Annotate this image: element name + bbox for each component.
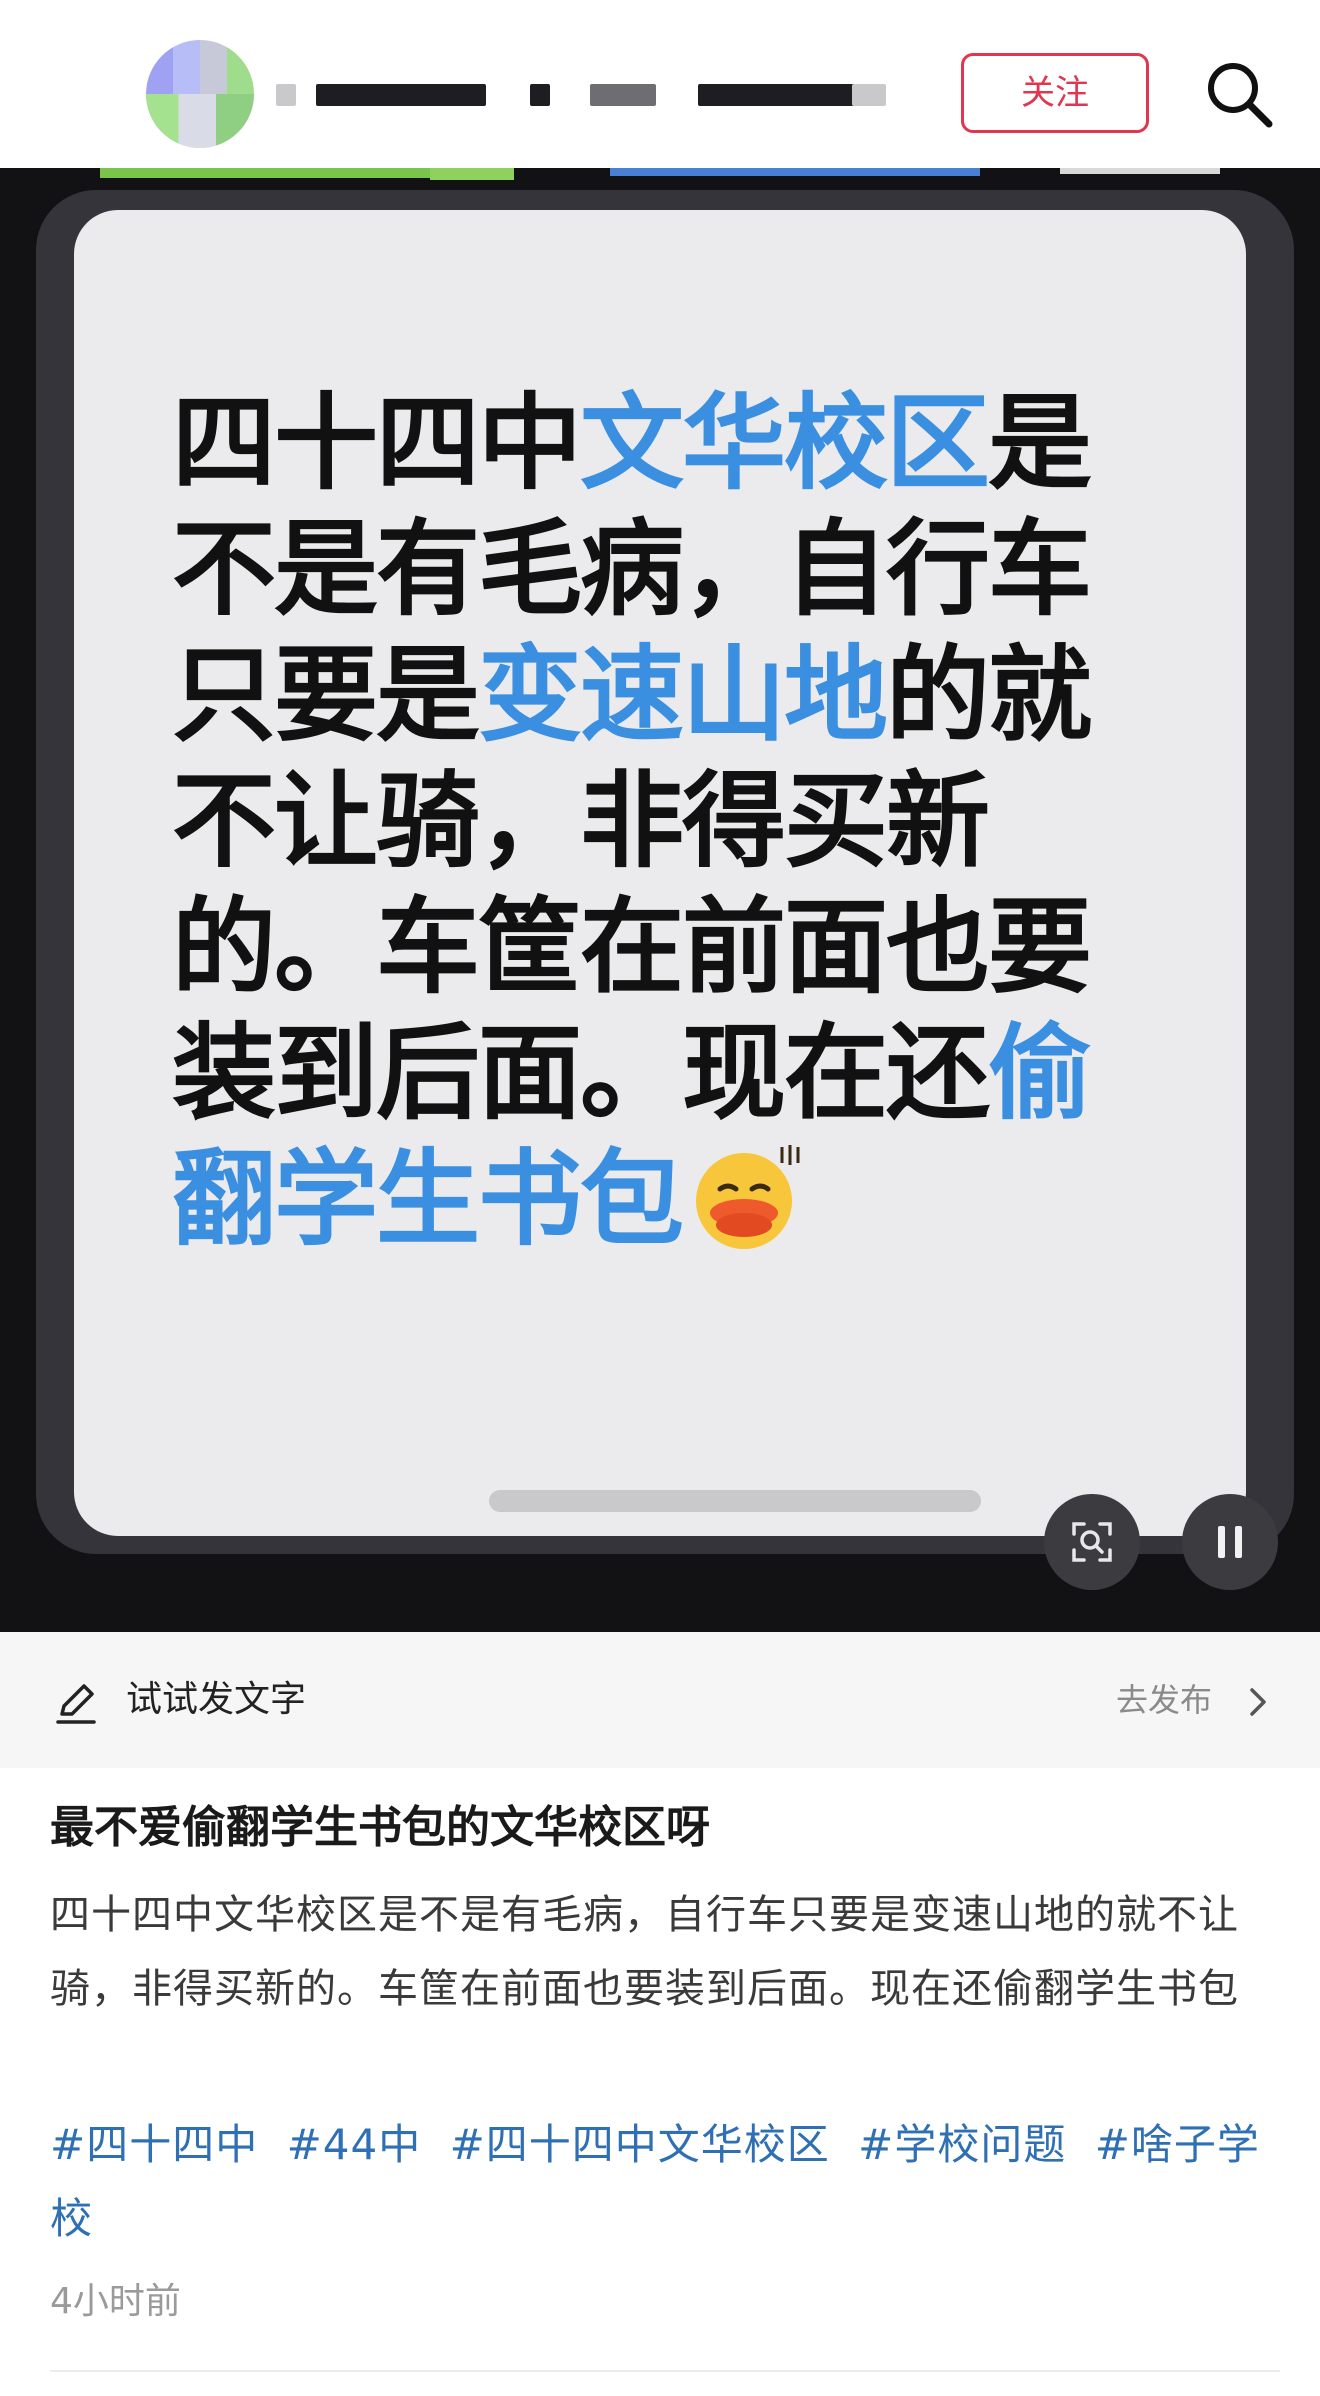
divider xyxy=(50,2370,1280,2372)
pencil-icon xyxy=(56,1684,96,1724)
avatar[interactable] xyxy=(146,40,254,148)
chevron-right-icon[interactable] xyxy=(1246,1682,1270,1722)
follow-button[interactable]: 关注 xyxy=(961,53,1149,133)
card-text-segment: 是 xyxy=(988,382,1092,504)
top-bar: 关注 xyxy=(0,0,1320,168)
search-icon[interactable] xyxy=(1205,60,1273,128)
card-text: 四十四中文华校区是 不是有毛病，自行车 只要是变速山地的就 不让骑，非得买新 的。车筐在… xyxy=(172,380,1182,1262)
card-text-highlight: 翻学生书包 xyxy=(172,1138,684,1260)
hashtag-link[interactable]: #四十四中文华校区 xyxy=(450,2120,830,2169)
post-timestamp: 4小时前 xyxy=(50,2281,181,2322)
card-text-segment: 四十四中 xyxy=(172,382,582,504)
post-body: 四十四中文华校区是不是有毛病，自行车只要是变速山地的就不让骑，非得买新的。车筐在… xyxy=(50,1892,1239,2012)
card-text-highlight: 偷 xyxy=(988,1012,1092,1134)
hashtag-list: #四十四中 #44中 #四十四中文华校区 #学校问题 #啥子学校 xyxy=(50,2108,1280,2256)
scan-icon xyxy=(1072,1522,1112,1562)
card-text-line: 的。车筐在前面也要 xyxy=(172,884,1182,1010)
card-text-segment: 的。车筐在前面也要 xyxy=(172,886,1092,1008)
card-text-line: 不是有毛病，自行车 xyxy=(172,506,1182,632)
pouting-face-emoji xyxy=(682,1141,812,1253)
card-text-line: 不让骑，非得买新 xyxy=(172,758,1182,884)
hashtag-link[interactable]: #学校问题 xyxy=(858,2120,1066,2169)
card-text-line: 四十四中文华校区是 xyxy=(172,380,1182,506)
hashtag-link[interactable]: #四十四中 xyxy=(50,2120,258,2169)
pause-icon xyxy=(1218,1526,1242,1558)
pause-button[interactable] xyxy=(1182,1494,1278,1590)
card-text-segment: 只要是 xyxy=(172,634,480,756)
post-title: 最不爱偷翻学生书包的文华校区呀 xyxy=(50,1802,710,1853)
hashtag-link[interactable]: #44中 xyxy=(287,2120,422,2169)
scroll-indicator xyxy=(489,1490,981,1512)
card-text-line: 翻学生书包 xyxy=(172,1136,1182,1262)
publish-link[interactable]: 去发布 xyxy=(1116,1674,1212,1726)
card-text-line: 装到后面。现在还偷 xyxy=(172,1010,1182,1136)
text-card: 四十四中文华校区是 不是有毛病，自行车 只要是变速山地的就 不让骑，非得买新 的。车筐在… xyxy=(74,210,1246,1536)
card-text-segment: 不是有毛病，自行车 xyxy=(172,508,1092,630)
top-edge-strip xyxy=(100,168,1220,180)
compose-bar[interactable]: 试试发文字 去发布 xyxy=(0,1632,1320,1768)
card-text-segment: 不让骑，非得买新 xyxy=(172,760,990,882)
card-text-line: 只要是变速山地的就 xyxy=(172,632,1182,758)
card-text-segment: 的就 xyxy=(886,634,1092,756)
scan-image-button[interactable] xyxy=(1044,1494,1140,1590)
compose-hint[interactable]: 试试发文字 xyxy=(126,1672,306,1728)
card-text-segment: 装到后面。现在还 xyxy=(172,1012,990,1134)
card-text-highlight: 变速山地 xyxy=(478,634,888,756)
card-text-highlight: 文华校区 xyxy=(580,382,990,504)
